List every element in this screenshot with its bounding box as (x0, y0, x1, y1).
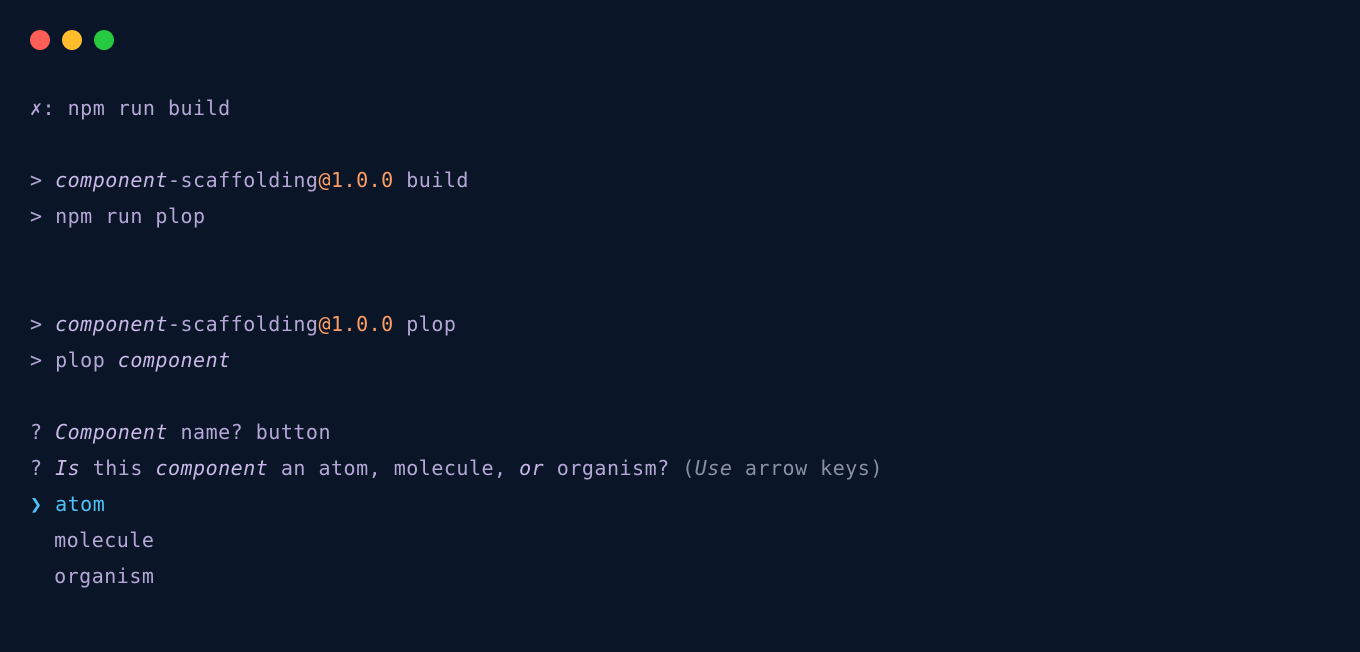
blank-line (30, 378, 1360, 414)
q2-is: Is (55, 456, 80, 480)
q1-word1: Component (55, 420, 168, 444)
q2-sp1: this (80, 456, 155, 480)
blank-line (30, 234, 1360, 270)
question-mark-icon: ? (30, 420, 43, 444)
gt-symbol: > (30, 168, 43, 192)
q2-sp2: an atom, molecule, (268, 456, 519, 480)
prompt-question-2: ? Is this component an atom, molecule, o… (30, 450, 1360, 486)
option-atom: atom (43, 492, 106, 516)
npm-script-cmd-2: > plop component (30, 342, 1360, 378)
blank-line (30, 126, 1360, 162)
gt-symbol: > (30, 348, 43, 372)
gt-symbol: > (30, 312, 43, 336)
pkg-version: @1.0.0 (318, 168, 393, 192)
option-organism: organism (54, 564, 154, 588)
npm-script-header-2: > component-scaffolding@1.0.0 plop (30, 306, 1360, 342)
npm-script-header-1: > component-scaffolding@1.0.0 build (30, 162, 1360, 198)
npm-task: plop (394, 312, 457, 336)
prompt-command: npm run build (68, 96, 231, 120)
npm-task: build (394, 168, 469, 192)
option-selected[interactable]: ❯ atom (30, 486, 1360, 522)
q2-hint-rest: arrow keys (732, 456, 870, 480)
option-molecule: molecule (54, 528, 154, 552)
gt-symbol: > (30, 204, 43, 228)
prompt-symbol: ✗: (30, 96, 55, 120)
pkg-name-suffix: -scaffolding (168, 312, 319, 336)
paren-open: ( (682, 456, 695, 480)
pkg-name-prefix: component (55, 312, 168, 336)
q2-use: Use (695, 456, 733, 480)
zoom-icon[interactable] (94, 30, 114, 50)
pkg-name-suffix: -scaffolding (168, 168, 319, 192)
q1-rest: name? button (168, 420, 331, 444)
question-mark-icon: ? (30, 456, 43, 480)
minimize-icon[interactable] (62, 30, 82, 50)
terminal-output[interactable]: ✗: npm run build > component-scaffolding… (0, 50, 1360, 594)
paren-close: ) (870, 456, 883, 480)
option-item[interactable]: organism (30, 558, 1360, 594)
script-command-part2: component (118, 348, 231, 372)
pkg-name-prefix: component (55, 168, 168, 192)
blank-line (30, 270, 1360, 306)
q2-sp3: organism? (544, 456, 682, 480)
prompt-line: ✗: npm run build (30, 90, 1360, 126)
prompt-question-1: ? Component name? button (30, 414, 1360, 450)
pkg-version: @1.0.0 (318, 312, 393, 336)
close-icon[interactable] (30, 30, 50, 50)
npm-script-cmd-1: > npm run plop (30, 198, 1360, 234)
q2-component: component (155, 456, 268, 480)
q2-or: or (519, 456, 544, 480)
script-command: npm run plop (43, 204, 206, 228)
chevron-right-icon: ❯ (30, 492, 43, 516)
option-item[interactable]: molecule (30, 522, 1360, 558)
traffic-lights (0, 0, 1360, 50)
script-command-part1: plop (43, 348, 118, 372)
